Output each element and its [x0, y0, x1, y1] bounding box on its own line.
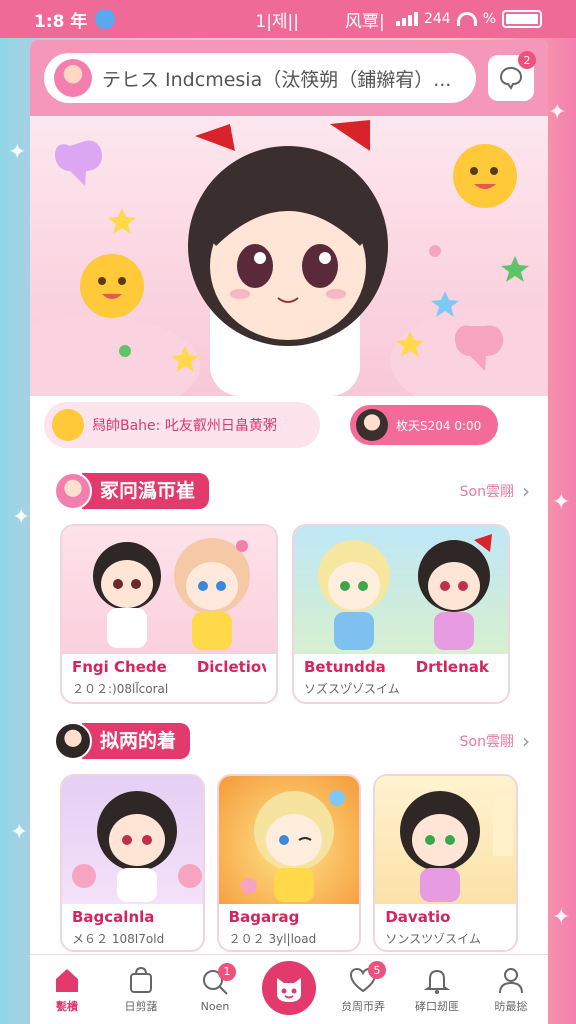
star-icon: ✦ — [548, 100, 567, 125]
user-icon — [499, 968, 523, 994]
card-illustration — [400, 791, 514, 902]
see-more-label: Son雲翢 — [459, 484, 514, 500]
card-subtitle: メ６２ 108I7old — [72, 932, 165, 946]
card-row: Fngi Chede Dicletiov ２０２:)08ll̃coral Betu… — [30, 524, 548, 704]
nav-item-search[interactable]: 1 Noen — [178, 962, 252, 1013]
live-text: 枚天S204 0:00 — [396, 418, 482, 433]
chevron-right-icon: › — [522, 479, 530, 503]
search-input[interactable]: テヒス Indcmesia（汰筷朔（鋪辮宥）... — [102, 65, 451, 92]
nav-item-shop[interactable]: 日剪藷 — [104, 965, 178, 1014]
star-icon: ✦ — [552, 490, 571, 515]
card-title: Fngi Chede — [72, 658, 167, 676]
hero-illustration — [30, 120, 548, 396]
star-icon: ✦ — [552, 905, 571, 930]
card-subtitle: ソズスツ゚ゾスイム — [304, 682, 400, 696]
card-thumbnail — [218, 776, 360, 904]
notification-badge: 5 — [368, 961, 386, 979]
star-icon: ✦ — [8, 140, 27, 165]
status-bar: 1:8 年 1|제|| 风覃| 244 % — [0, 0, 576, 38]
nav-label: 日剪藷 — [124, 1000, 158, 1013]
bag-icon — [130, 966, 152, 993]
card-thumbnail — [294, 526, 508, 654]
card-title: Dicletiov — [196, 658, 266, 676]
status-time: 1:8 年 — [34, 11, 88, 32]
nav-label: 硣口刼匪 — [415, 1000, 459, 1013]
see-more-label: Son雲翢 — [459, 734, 514, 750]
cat-face-icon — [277, 977, 301, 1002]
status-text: 1|제|| — [255, 11, 300, 32]
content-card[interactable]: Betundda Drtlenak ソズスツ゚ゾスイム — [292, 524, 510, 704]
card-thumbnail — [375, 776, 517, 904]
content-card[interactable]: Fngi Chede Dicletiov ２０２:)08ll̃coral — [60, 524, 278, 704]
section-title: 冢冋潙帀崔 — [82, 473, 210, 509]
nav-item-profile[interactable]: 昉最捴 — [474, 965, 548, 1014]
avatar[interactable] — [54, 59, 92, 97]
card-illustration — [93, 538, 250, 650]
content-card[interactable]: Davatio ソンスツゾスイム — [373, 774, 519, 952]
create-button[interactable] — [262, 960, 316, 1015]
app-window: テヒス Indcmesia（汰筷朔（鋪辮宥）... 2 舄帥Bahe: 叱友叡州… — [30, 40, 548, 1024]
card-title: Drtlenak — [415, 658, 489, 676]
search-bar[interactable]: テヒス Indcmesia（汰筷朔（鋪辮宥）... — [44, 53, 476, 103]
signal-icon — [395, 12, 418, 26]
nav-item-notifications[interactable]: 硣口刼匪 — [400, 965, 474, 1014]
content-card[interactable]: Bagcalnla メ６２ 108I7old — [60, 774, 205, 952]
bottom-navigation: 甏樻 日剪藷 1 Noen 5 贠周帀弄 硣口刼匪 昉最捴 — [30, 954, 548, 1024]
card-thumbnail — [62, 526, 276, 654]
notification-badge: 2 — [518, 51, 536, 69]
see-more-link[interactable]: Son雲翢 › — [460, 479, 530, 503]
mascot-icon — [52, 409, 84, 441]
card-subtitle: ソンスツゾスイム — [385, 932, 481, 946]
battery-level: 244 — [423, 11, 451, 27]
home-icon — [56, 969, 78, 992]
nav-label: 甏樻 — [56, 1000, 78, 1013]
see-more-link[interactable]: Son雲翢 › — [460, 729, 530, 753]
card-row: Bagcalnla メ６２ 108I7old Bagarag ２０２ 3yl|l… — [30, 774, 548, 952]
card-illustration — [240, 790, 345, 902]
nav-item-home[interactable]: 甏樻 — [30, 965, 104, 1014]
nav-label: 贠周帀弄 — [341, 1000, 385, 1013]
nav-label: Noen — [200, 999, 230, 1013]
card-subtitle: ２０２ 3yl|load — [228, 932, 317, 946]
wifi-icon — [456, 12, 477, 26]
star-icon: ✦ — [12, 505, 31, 530]
notification-badge: 1 — [218, 962, 236, 981]
section-header: 拟两的着 Son雲翢 › — [30, 718, 548, 764]
content-card[interactable]: Bagarag ２０２ 3yl|load — [216, 774, 362, 952]
card-title: Davatio — [385, 908, 451, 926]
section-avatar — [54, 472, 92, 510]
bell-icon — [423, 969, 451, 994]
announcement-text: 舄帥Bahe: 叱友叡州日畠黄粥 — [92, 418, 277, 434]
star-icon: ✦ — [10, 820, 29, 845]
section-title: 拟两的着 — [82, 723, 191, 759]
card-title: Bagcalnla — [72, 908, 155, 926]
message-button[interactable]: 2 — [488, 51, 536, 101]
chevron-right-icon: › — [522, 729, 530, 753]
status-text: 风覃| — [345, 11, 385, 32]
card-title: Bagarag — [228, 908, 300, 926]
live-button[interactable]: 枚天S204 0:00 — [350, 405, 498, 445]
nav-item-create[interactable] — [252, 960, 326, 1015]
top-bar: テヒス Indcmesia（汰筷朔（鋪辮宥）... 2 — [30, 40, 548, 116]
card-title: Betundda — [304, 658, 386, 676]
nav-item-favorites[interactable]: 5 贠周帀弄 — [326, 961, 400, 1014]
card-illustration — [72, 791, 202, 902]
section-header: 冢冋潙帀崔 Son雲翢 › — [30, 468, 548, 514]
clock-icon — [95, 9, 116, 29]
card-subtitle: ２０２:)08ll̃coral — [72, 682, 169, 696]
battery-icon — [502, 10, 542, 28]
announcement-ticker[interactable]: 舄帥Bahe: 叱友叡州日畠黄粥 — [44, 402, 320, 448]
avatar — [356, 409, 388, 441]
chat-bubble-icon — [499, 66, 523, 90]
card-thumbnail — [62, 776, 203, 904]
section-avatar — [54, 722, 92, 760]
wifi-percent: % — [482, 11, 496, 27]
card-illustration — [318, 534, 492, 650]
nav-label: 昉最捴 — [494, 1000, 528, 1013]
announcement-row: 舄帥Bahe: 叱友叡州日畠黄粥 枚天S204 0:00 — [30, 396, 548, 454]
hero-banner[interactable] — [30, 116, 548, 396]
